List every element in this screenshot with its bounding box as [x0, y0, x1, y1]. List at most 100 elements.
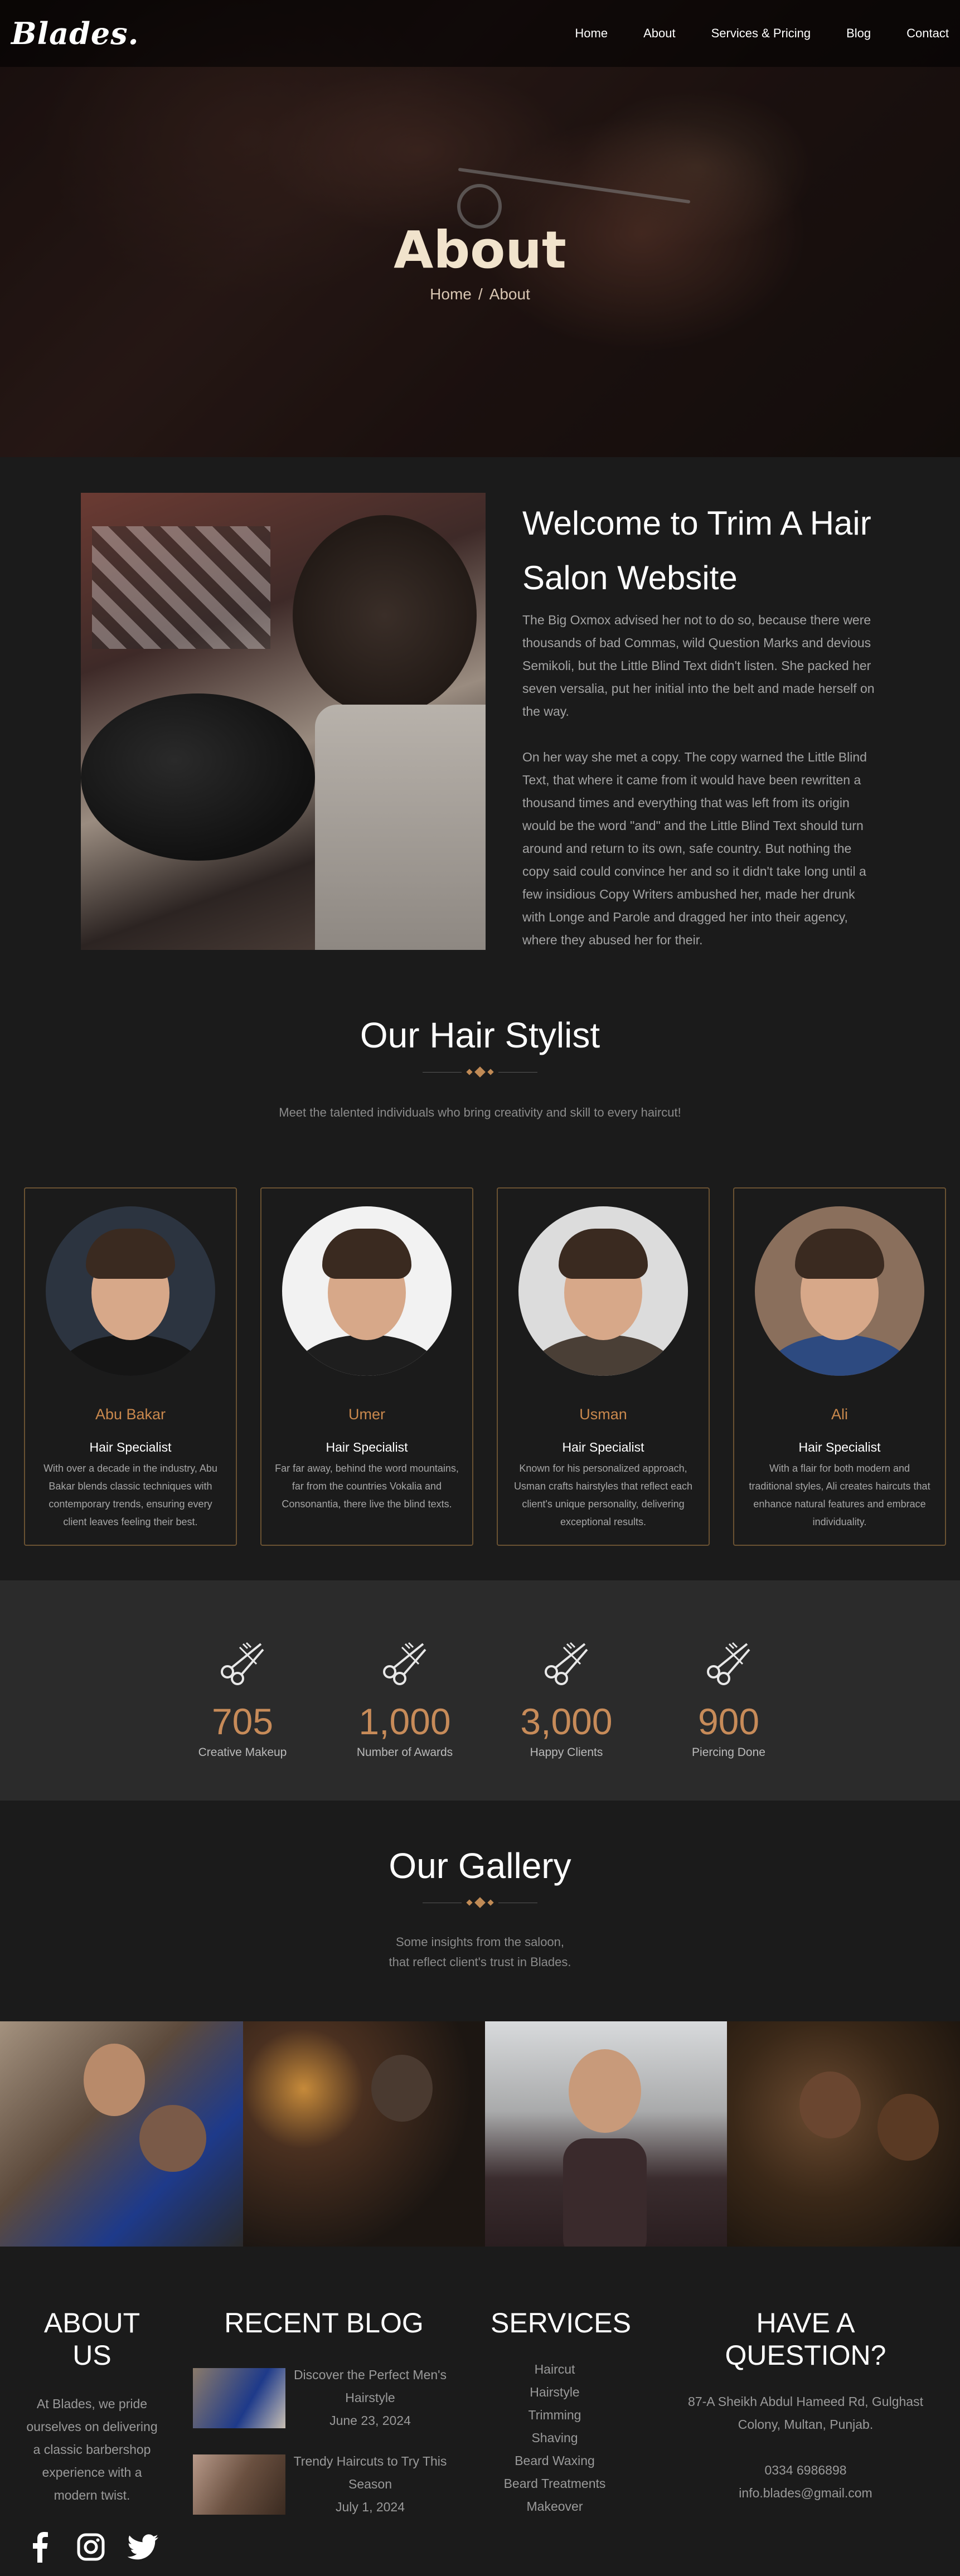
stylist-card: Abu Bakar Hair Specialist With over a de… — [24, 1187, 237, 1546]
footer-about: ABOUT US At Blades, we pride ourselves o… — [25, 2307, 159, 2563]
service-link[interactable]: Beard Waxing — [491, 2449, 619, 2472]
stat-label: Piercing Done — [692, 1746, 765, 1759]
contact-phone[interactable]: 0334 6986898 — [680, 2459, 931, 2482]
contact-email[interactable]: info.blades@gmail.com — [680, 2482, 931, 2505]
blog-date: July 1, 2024 — [335, 2500, 405, 2514]
blog-post[interactable]: Trendy Haircuts to Try This Season July … — [193, 2450, 455, 2519]
gallery-subtitle: Some insights from the saloon, that refle… — [0, 1932, 960, 1972]
hero-banner: Blades. Home About Services & Pricing Bl… — [0, 0, 960, 457]
section-divider — [0, 1066, 960, 1078]
barber-at-work-image — [81, 493, 486, 950]
site-footer: ABOUT US At Blades, we pride ourselves o… — [0, 2247, 960, 2573]
breadcrumb-separator: / — [478, 285, 483, 303]
nav-contact[interactable]: Contact — [906, 26, 949, 41]
welcome-section: Welcome to Trim A Hair Salon Website The… — [0, 457, 960, 1015]
footer-blog-heading: RECENT BLOG — [224, 2307, 424, 2339]
welcome-text-block: Welcome to Trim A Hair Salon Website The… — [522, 496, 879, 952]
stats-section: 705 Creative Makeup 1,000 Number of Awar… — [0, 1580, 960, 1801]
stylist-description: Known for his personalized approach, Usm… — [513, 1463, 693, 1527]
stat-creative-makeup: 705 Creative Makeup — [181, 1636, 304, 1759]
blog-meta: Trendy Haircuts to Try This Season July … — [285, 2450, 455, 2519]
contact-info: 87-A Sheikh Abdul Hameed Rd, Gulghast Co… — [680, 2390, 931, 2505]
nav-home[interactable]: Home — [575, 26, 608, 41]
stylist-avatar — [46, 1206, 215, 1376]
scissors-comb-icon — [383, 1642, 426, 1685]
breadcrumb-home[interactable]: Home — [430, 285, 472, 303]
footer-contact-heading: HAVE A QUESTION? — [725, 2307, 886, 2371]
stylist-role: Hair Specialist — [562, 1440, 644, 1454]
stylist-description: Far far away, behind the word mountains,… — [275, 1463, 459, 1510]
navbar: Blades. Home About Services & Pricing Bl… — [0, 0, 960, 67]
stat-value: 1,000 — [358, 1701, 451, 1742]
blog-meta: Discover the Perfect Men's Hairstyle Jun… — [285, 2364, 455, 2432]
blog-title[interactable]: Discover the Perfect Men's Hairstyle — [285, 2364, 455, 2409]
stat-label: Happy Clients — [530, 1746, 603, 1759]
blog-title[interactable]: Trendy Haircuts to Try This Season — [285, 2450, 455, 2496]
nav-services-pricing[interactable]: Services & Pricing — [711, 26, 811, 41]
gallery-image[interactable] — [0, 2021, 243, 2247]
footer-recent-blog: RECENT BLOG Discover the Perfect Men's H… — [193, 2307, 455, 2519]
blog-post[interactable]: Discover the Perfect Men's Hairstyle Jun… — [193, 2364, 455, 2432]
welcome-paragraph-1: The Big Oxmox advised her not to do so, … — [522, 613, 875, 719]
service-link[interactable]: Shaving — [491, 2427, 619, 2449]
footer-about-heading: ABOUT US — [43, 2307, 140, 2371]
social-links — [25, 2531, 159, 2563]
contact-address: 87-A Sheikh Abdul Hameed Rd, Gulghast Co… — [688, 2394, 923, 2432]
gallery-image[interactable] — [243, 2021, 485, 2247]
stylist-cards: Abu Bakar Hair Specialist With over a de… — [24, 1187, 949, 1546]
stat-happy-clients: 3,000 Happy Clients — [505, 1636, 628, 1759]
stylists-subtitle: Meet the talented individuals who bring … — [279, 1105, 681, 1119]
blog-thumbnail[interactable] — [193, 2454, 285, 2515]
stylist-card: Usman Hair Specialist Known for his pers… — [497, 1187, 710, 1546]
gallery-image[interactable] — [727, 2021, 960, 2247]
stat-value: 900 — [697, 1701, 760, 1742]
section-divider — [0, 1897, 960, 1908]
welcome-title: Welcome to Trim A Hair Salon Website — [522, 504, 871, 596]
stylist-description: With a flair for both modern and traditi… — [749, 1463, 930, 1527]
stylist-role: Hair Specialist — [326, 1440, 408, 1454]
gallery-subtitle-line-1: Some insights from the saloon, — [395, 1935, 565, 1949]
gallery-images — [0, 2021, 960, 2247]
service-link[interactable]: Beard Treatments — [491, 2472, 619, 2495]
stat-awards: 1,000 Number of Awards — [343, 1636, 466, 1759]
gallery-subtitle-line-2: that reflect client's trust in Blades. — [389, 1955, 571, 1969]
stylist-name: Umer — [348, 1406, 385, 1423]
blog-thumbnail[interactable] — [193, 2368, 285, 2428]
footer-services-heading: SERVICES — [491, 2307, 631, 2339]
stat-value: 3,000 — [520, 1701, 613, 1742]
twitter-icon[interactable] — [128, 2531, 159, 2563]
stylist-description: With over a decade in the industry, Abu … — [43, 1463, 217, 1527]
footer-services: SERVICES Haircut Hairstyle Trimming Shav… — [491, 2307, 631, 2518]
stylist-card: Umer Hair Specialist Far far away, behin… — [260, 1187, 473, 1546]
service-link[interactable]: Makeover — [491, 2495, 619, 2518]
stylist-name: Usman — [579, 1406, 627, 1423]
service-link[interactable]: Trimming — [491, 2404, 619, 2427]
facebook-icon[interactable] — [25, 2531, 54, 2563]
service-link[interactable]: Haircut — [491, 2358, 619, 2381]
blog-date: June 23, 2024 — [329, 2413, 411, 2428]
nav-blog[interactable]: Blog — [846, 26, 871, 41]
service-link[interactable]: Hairstyle — [491, 2381, 619, 2404]
stat-piercing-done: 900 Piercing Done — [667, 1636, 790, 1759]
stat-label: Number of Awards — [356, 1746, 453, 1759]
stylist-avatar — [282, 1206, 452, 1376]
footer-contact: HAVE A QUESTION? 87-A Sheikh Abdul Hamee… — [680, 2307, 931, 2505]
hair-stylist-section: Our Hair Stylist Meet the talented indiv… — [0, 1015, 960, 1580]
instagram-icon[interactable] — [76, 2531, 105, 2563]
nav-about[interactable]: About — [643, 26, 676, 41]
stylists-title: Our Hair Stylist — [360, 1015, 600, 1055]
stylist-name: Ali — [831, 1406, 848, 1423]
stat-label: Creative Makeup — [198, 1746, 287, 1759]
site-logo[interactable]: Blades. — [11, 16, 139, 51]
scissors-comb-icon — [707, 1642, 750, 1685]
welcome-paragraph-2: On her way she met a copy. The copy warn… — [522, 750, 867, 947]
scissors-comb-icon — [221, 1642, 264, 1685]
stylist-avatar — [755, 1206, 924, 1376]
footer-about-text: At Blades, we pride ourselves on deliver… — [26, 2396, 158, 2502]
stylist-name: Abu Bakar — [95, 1406, 166, 1423]
gallery-image[interactable] — [485, 2021, 727, 2247]
scissors-comb-icon — [545, 1642, 588, 1685]
stat-value: 705 — [211, 1701, 274, 1742]
page-title: About — [394, 220, 566, 280]
main-nav: Home About Services & Pricing Blog Conta… — [539, 26, 949, 41]
